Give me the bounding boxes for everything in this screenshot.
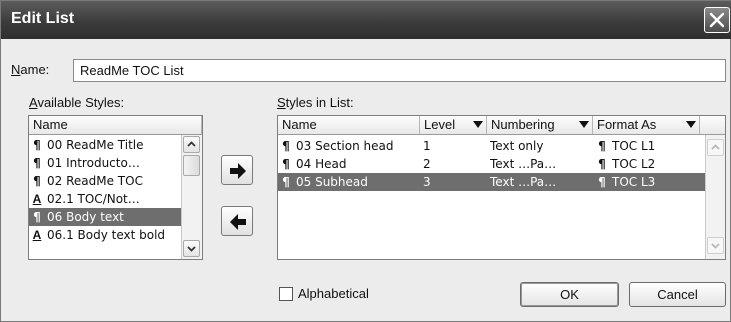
cell-text: 04 Head (296, 157, 347, 171)
cell-text: 03 Section head (296, 139, 394, 153)
cell-text: Text only (490, 139, 544, 153)
name-label: Name: (11, 62, 50, 77)
cell-level: 1 (423, 137, 483, 155)
cell-text: TOC L2 (612, 157, 656, 171)
list-item[interactable]: ¶ 02 ReadMe TOC (29, 172, 181, 190)
cell-text: 2 (423, 157, 431, 171)
column-header-name[interactable]: Name (278, 116, 420, 135)
close-button[interactable] (704, 7, 730, 33)
remove-style-button[interactable] (221, 206, 253, 236)
paragraph-style-icon: ¶ (282, 157, 290, 171)
paragraph-style-icon: ¶ (598, 175, 606, 189)
available-scrollbar[interactable] (181, 135, 202, 259)
cell-text: 05 Subhead (296, 175, 368, 189)
cancel-button[interactable]: Cancel (629, 282, 726, 307)
cell-text: 3 (423, 175, 431, 189)
cell-format-as: ¶ TOC L3 (596, 173, 696, 191)
list-item[interactable]: A 02.1 TOC/Not… (29, 190, 181, 208)
paragraph-style-icon: ¶ (33, 174, 41, 188)
cell-text: Text …Pa… (490, 157, 557, 171)
column-header-name[interactable]: Name (29, 116, 202, 135)
column-header-format-as[interactable]: Format As (593, 116, 700, 135)
styles-in-list-scrollbar[interactable] (705, 135, 725, 259)
list-item-label: 06.1 Body text bold (47, 228, 166, 242)
list-item[interactable]: ¶ 06 Body text (29, 208, 181, 226)
scroll-up-button[interactable] (707, 139, 724, 156)
cell-name: ¶ 05 Subhead (280, 173, 420, 191)
character-style-icon: A (32, 228, 42, 242)
chevron-down-icon (711, 243, 720, 249)
name-input[interactable] (73, 59, 726, 82)
scroll-down-button[interactable] (707, 237, 724, 254)
list-item[interactable]: A 06.1 Body text bold (29, 226, 181, 244)
cell-numbering: Text only (490, 137, 590, 155)
cell-level: 3 (423, 173, 483, 191)
table-row[interactable]: ¶ 03 Section head 1 Text only ¶ TOC L1 (278, 137, 705, 155)
column-header-level[interactable]: Level (420, 116, 487, 135)
cell-name: ¶ 04 Head (280, 155, 420, 173)
scroll-thumb[interactable] (183, 155, 200, 176)
available-styles-list[interactable]: Name ¶ 00 ReadMe Title ¶ 01 Introducto… ¶ 02 … (28, 115, 203, 260)
paragraph-style-icon: ¶ (598, 139, 606, 153)
cell-text: TOC L3 (612, 175, 656, 189)
sort-dropdown-icon[interactable] (579, 121, 589, 128)
cell-numbering: Text …Pa… (490, 155, 590, 173)
scroll-up-button[interactable] (183, 136, 200, 153)
chevron-up-icon (187, 141, 196, 147)
styles-in-list-table[interactable]: Name Level Numbering Format As ¶ 03 Secti… (277, 115, 726, 260)
cell-name: ¶ 03 Section head (280, 137, 420, 155)
list-item-label: 01 Introducto… (47, 156, 140, 170)
chevron-down-icon (187, 246, 196, 252)
ok-button[interactable]: OK (520, 282, 619, 307)
cell-text: TOC L1 (612, 139, 656, 153)
arrow-right-icon (230, 163, 246, 179)
character-style-icon: A (32, 192, 42, 206)
alphabetical-label[interactable]: Alphabetical (298, 286, 369, 301)
edit-list-dialog: Edit List Name: Available Styles: Name ¶… (0, 0, 731, 322)
list-item-label: 00 ReadMe Title (47, 138, 144, 152)
paragraph-style-icon: ¶ (33, 156, 41, 170)
close-icon (709, 12, 725, 28)
title-bar[interactable]: Edit List (1, 1, 731, 39)
available-styles-label: Available Styles: (29, 95, 125, 110)
cell-text: 1 (423, 139, 431, 153)
list-item[interactable]: ¶ 01 Introducto… (29, 154, 181, 172)
paragraph-style-icon: ¶ (282, 139, 290, 153)
list-item-label: 06 Body text (47, 210, 124, 224)
alphabetical-checkbox[interactable] (279, 287, 293, 301)
column-header-filler (700, 116, 725, 135)
cell-numbering: Text …Pa… (490, 173, 590, 191)
list-item-label: 02.1 TOC/Not… (47, 192, 140, 206)
chevron-up-icon (711, 144, 720, 150)
list-item-label: 02 ReadMe TOC (47, 174, 143, 188)
table-row[interactable]: ¶ 04 Head 2 Text …Pa… ¶ TOC L2 (278, 155, 705, 173)
paragraph-style-icon: ¶ (33, 138, 41, 152)
cell-format-as: ¶ TOC L2 (596, 155, 696, 173)
paragraph-style-icon: ¶ (33, 210, 41, 224)
arrow-left-icon (230, 214, 246, 230)
list-item[interactable]: ¶ 00 ReadMe Title (29, 136, 181, 154)
table-row[interactable]: ¶ 05 Subhead 3 Text …Pa… ¶ TOC L3 (278, 173, 705, 191)
window-title: Edit List (11, 10, 75, 27)
sort-dropdown-icon[interactable] (473, 121, 483, 128)
add-style-button[interactable] (221, 155, 253, 185)
scroll-down-button[interactable] (183, 240, 200, 257)
cell-level: 2 (423, 155, 483, 173)
paragraph-style-icon: ¶ (282, 175, 290, 189)
cell-format-as: ¶ TOC L1 (596, 137, 696, 155)
cell-text: Text …Pa… (490, 175, 557, 189)
column-header-numbering[interactable]: Numbering (487, 116, 593, 135)
sort-dropdown-icon[interactable] (686, 121, 696, 128)
styles-in-list-label: Styles in List: (277, 95, 354, 110)
paragraph-style-icon: ¶ (598, 157, 606, 171)
